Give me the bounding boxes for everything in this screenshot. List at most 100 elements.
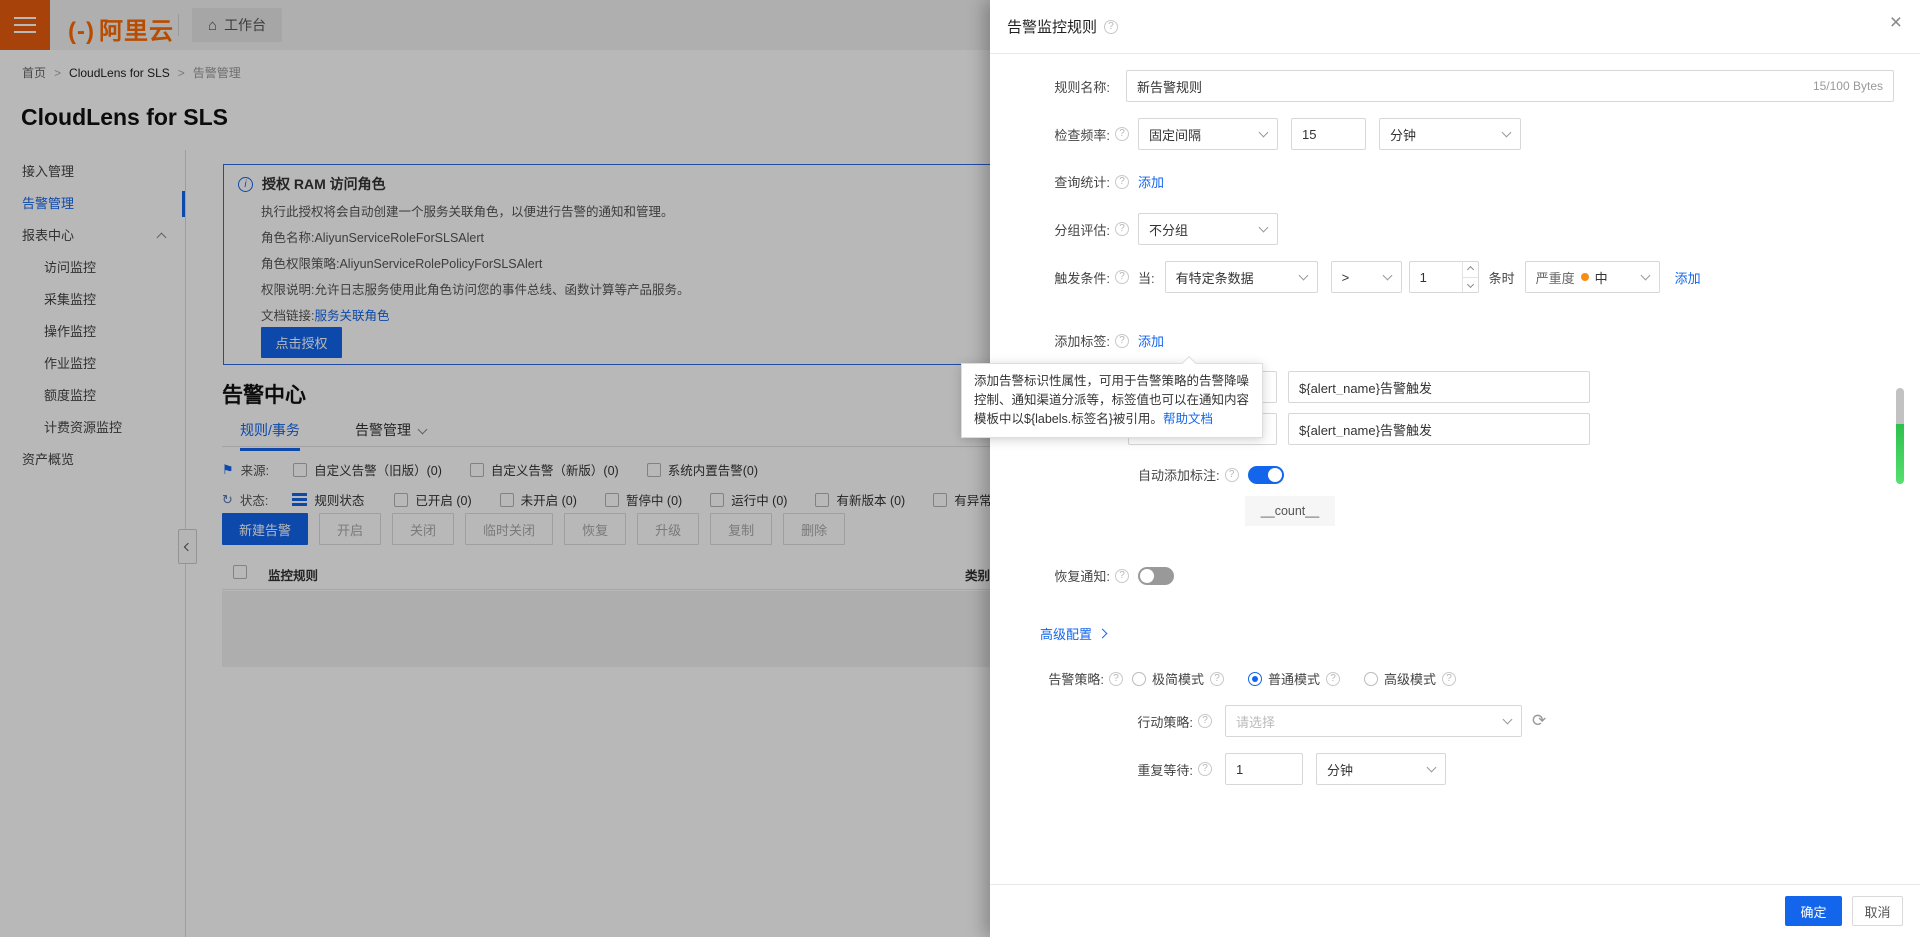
radio-selected-icon[interactable] <box>1248 672 1262 686</box>
close-icon[interactable]: × <box>1890 12 1902 33</box>
cancel-button[interactable]: 取消 <box>1852 896 1903 926</box>
chevron-down-icon <box>1640 271 1650 281</box>
alert-policy-row: 告警策略: ? 极简模式? 普通模式? 高级模式? <box>990 669 1480 688</box>
tooltip-line-1: 添加告警标识性属性，可用于告警策略的告警降噪 <box>974 372 1250 391</box>
rule-name-value[interactable] <box>1137 79 1805 94</box>
scrollbar-thumb-green[interactable] <box>1896 424 1904 484</box>
group-eval-row: 分组评估: ? 不分组 <box>990 213 1278 245</box>
advanced-config-link[interactable]: 高级配置 <box>1040 624 1092 643</box>
help-icon[interactable]: ? <box>1225 468 1239 482</box>
action-policy-select[interactable]: 请选择 <box>1225 705 1522 737</box>
tooltip-line-3: 模板中以${labels.标签名}被引用。帮助文档 <box>974 410 1250 429</box>
drawer-title: 告警监控规则 <box>1007 16 1097 37</box>
help-icon[interactable]: ? <box>1115 222 1129 236</box>
rule-name-row: 规则名称: 15/100 Bytes <box>990 70 1920 102</box>
repeat-wait-input[interactable] <box>1225 753 1303 785</box>
help-icon[interactable]: ? <box>1115 569 1129 583</box>
drawer-header: 告警监控规则 ? × <box>990 0 1920 54</box>
refresh-icon[interactable]: ⟳ <box>1532 711 1546 731</box>
chevron-down-icon <box>1259 223 1269 233</box>
check-frequency-row: 检查频率: ? 固定间隔 分钟 <box>990 118 1521 150</box>
radio-icon[interactable] <box>1132 672 1146 686</box>
count-tag: __count__ <box>1245 496 1335 526</box>
radio-icon[interactable] <box>1364 672 1378 686</box>
help-doc-link[interactable]: 帮助文档 <box>1163 412 1213 426</box>
chevron-down-icon <box>1427 763 1437 773</box>
add-label-tooltip: 添加告警标识性属性，可用于告警策略的告警降噪 控制、通知渠道分派等，标签值也可以… <box>961 363 1263 438</box>
annotation-value-input-1[interactable] <box>1288 371 1590 403</box>
recover-notify-label: 恢复通知: <box>990 566 1110 585</box>
recover-notify-row: 恢复通知: ? <box>990 566 1174 585</box>
rule-name-label: 规则名称: <box>990 77 1110 96</box>
help-icon[interactable]: ? <box>1115 334 1129 348</box>
help-icon[interactable]: ? <box>1198 762 1212 776</box>
interval-type-select[interactable]: 固定间隔 <box>1138 118 1278 150</box>
scrollbar-thumb-gray[interactable] <box>1896 388 1904 424</box>
group-eval-label: 分组评估: <box>990 220 1110 239</box>
advanced-config-row: 高级配置 <box>1040 624 1106 643</box>
step-down-icon[interactable] <box>1463 278 1478 293</box>
query-stats-row: 查询统计: ? 添加 <box>990 172 1164 191</box>
screen: (-)阿里云 ⌂ 工作台 首页 > CloudLens for SLS > 告警… <box>0 0 1920 937</box>
interval-value-input[interactable] <box>1291 118 1366 150</box>
number-stepper[interactable] <box>1462 262 1478 292</box>
radio-normal-mode[interactable]: 普通模式? <box>1248 669 1340 688</box>
auto-annotation-row: 自动添加标注: ? <box>1138 465 1284 484</box>
confirm-button[interactable]: 确定 <box>1785 896 1842 926</box>
add-label-row: 添加标签: ? 添加 <box>990 331 1164 350</box>
annotation-value-input-2[interactable] <box>1288 413 1590 445</box>
repeat-wait-unit-select[interactable]: 分钟 <box>1316 753 1446 785</box>
repeat-wait-row: 重复等待: ? 分钟 <box>990 753 1446 785</box>
help-icon[interactable]: ? <box>1210 672 1224 686</box>
query-stats-label: 查询统计: <box>990 172 1110 191</box>
group-eval-select[interactable]: 不分组 <box>1138 213 1278 245</box>
recover-notify-toggle[interactable] <box>1138 567 1174 585</box>
auto-annotation-toggle[interactable] <box>1248 466 1284 484</box>
help-icon[interactable]: ? <box>1326 672 1340 686</box>
trigger-when: 当: <box>1138 268 1155 287</box>
trigger-operator-select[interactable]: > <box>1331 261 1402 293</box>
chevron-down-icon <box>1503 715 1513 725</box>
rule-name-input[interactable]: 15/100 Bytes <box>1126 70 1894 102</box>
action-policy-row: 行动策略: ? 请选择 ⟳ <box>990 705 1546 737</box>
trigger-condition-select[interactable]: 有特定条数据 <box>1165 261 1318 293</box>
help-icon[interactable]: ? <box>1115 270 1129 284</box>
severity-prefix: 严重度 <box>1536 268 1575 287</box>
help-icon[interactable]: ? <box>1198 714 1212 728</box>
add-query-link[interactable]: 添加 <box>1138 172 1164 191</box>
step-up-icon[interactable] <box>1463 262 1478 278</box>
trigger-label: 触发条件: <box>990 268 1110 287</box>
repeat-wait-label: 重复等待: <box>990 760 1193 779</box>
add-label-link[interactable]: 添加 <box>1138 331 1164 350</box>
severity-value: 中 <box>1595 268 1608 287</box>
severity-dot-icon <box>1581 273 1589 281</box>
drawer-scrollbar[interactable] <box>1896 388 1904 484</box>
interval-unit-select[interactable]: 分钟 <box>1379 118 1521 150</box>
tooltip-line-2: 控制、通知渠道分派等，标签值也可以在通知内容 <box>974 391 1250 410</box>
help-icon[interactable]: ? <box>1109 672 1123 686</box>
trigger-condition-row: 触发条件: ? 当: 有特定条数据 > 条时 严重度 中 添加 <box>990 261 1701 293</box>
chevron-down-icon <box>1502 128 1512 138</box>
action-policy-label: 行动策略: <box>990 712 1193 731</box>
help-icon[interactable]: ? <box>1115 175 1129 189</box>
trigger-count-input[interactable] <box>1409 261 1479 293</box>
radio-advanced-mode[interactable]: 高级模式? <box>1364 669 1456 688</box>
help-icon[interactable]: ? <box>1104 20 1118 34</box>
alert-policy-label: 告警策略: <box>990 669 1104 688</box>
check-frequency-label: 检查频率: <box>990 125 1110 144</box>
byte-counter: 15/100 Bytes <box>1813 79 1883 93</box>
chevron-down-icon <box>1298 271 1308 281</box>
chevron-down-icon <box>1259 128 1269 138</box>
trigger-suffix: 条时 <box>1489 268 1515 287</box>
radio-simple-mode[interactable]: 极简模式? <box>1132 669 1224 688</box>
auto-annotation-label: 自动添加标注: <box>1138 465 1220 484</box>
alert-rule-drawer: 告警监控规则 ? × 规则名称: 15/100 Bytes 检查频率: ? 固定… <box>990 0 1920 937</box>
chevron-right-icon <box>1098 629 1108 639</box>
chevron-down-icon <box>1382 271 1392 281</box>
severity-select[interactable]: 严重度 中 <box>1525 261 1660 293</box>
help-icon[interactable]: ? <box>1115 127 1129 141</box>
drawer-footer: 确定 取消 <box>990 884 1920 937</box>
add-trigger-link[interactable]: 添加 <box>1675 268 1701 287</box>
help-icon[interactable]: ? <box>1442 672 1456 686</box>
add-label-label: 添加标签: <box>990 331 1110 350</box>
